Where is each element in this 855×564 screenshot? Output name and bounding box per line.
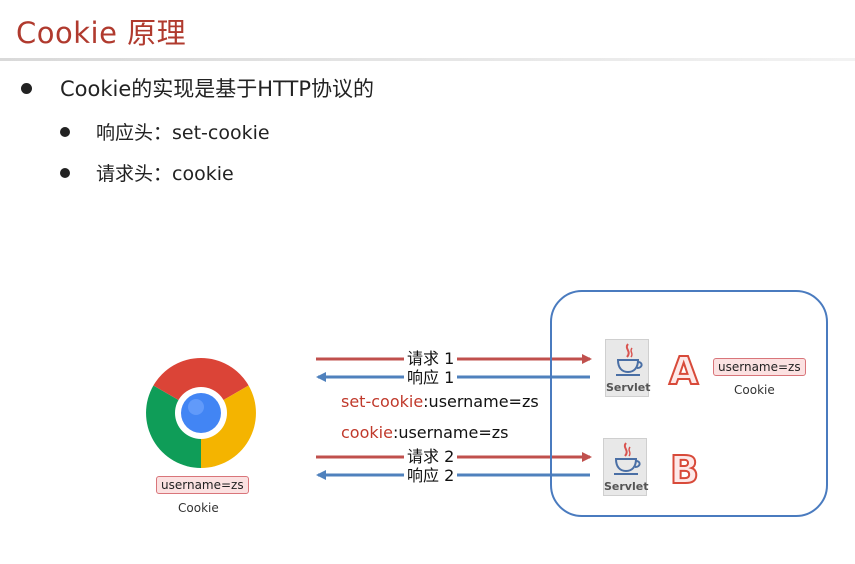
response1-label: 响应 1 [404, 369, 458, 387]
cookie-key: cookie [341, 423, 393, 442]
servlet-a-icon: Servlet [605, 339, 651, 397]
servlet-b-icon: Servlet [603, 438, 649, 496]
server-cookie-caption: Cookie [734, 383, 775, 397]
server-cookie-tag: username=zs [713, 358, 806, 376]
cookie-header: cookie:username=zs [341, 423, 508, 442]
set-cookie-key: set-cookie [341, 392, 424, 411]
java-cup-icon [614, 442, 641, 475]
java-cup-icon [616, 343, 643, 376]
servlet-a-label: Servlet [606, 381, 651, 394]
set-cookie-value: :username=zs [423, 392, 539, 411]
request1-label: 请求 1 [404, 350, 458, 368]
set-cookie-header: set-cookie:username=zs [341, 392, 539, 411]
cookie-value: :username=zs [392, 423, 509, 442]
server-b-letter: B [669, 447, 700, 493]
server-a-letter: A [668, 348, 699, 394]
servlet-b-label: Servlet [604, 480, 649, 493]
request2-label: 请求 2 [404, 448, 458, 466]
response2-label: 响应 2 [404, 467, 458, 485]
